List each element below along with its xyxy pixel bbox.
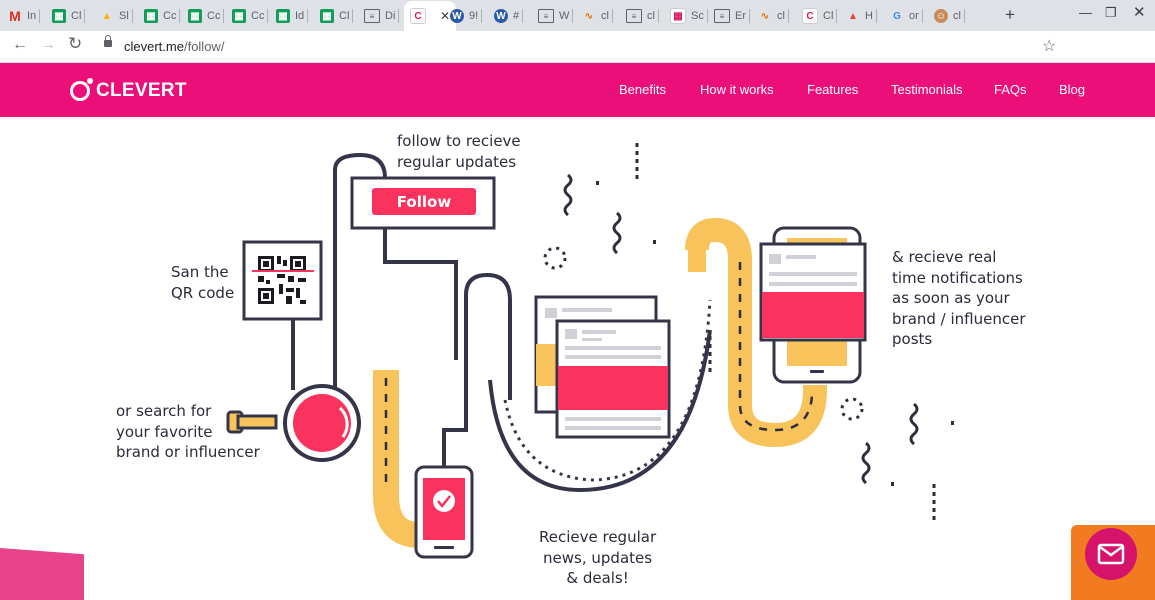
chat-mail-button[interactable] bbox=[1085, 528, 1137, 580]
mail-icon bbox=[1097, 543, 1125, 565]
caption-realtime: & recieve real time notifications as soo… bbox=[892, 248, 1026, 348]
caption-follow: follow to recieve regular updates bbox=[397, 132, 521, 171]
pink-corner-shape bbox=[0, 548, 84, 600]
notification-phone-icon bbox=[759, 226, 867, 384]
follow-button[interactable]: Follow bbox=[372, 188, 476, 215]
phone-check-icon bbox=[414, 465, 474, 559]
caption-search: or search for your favorite brand or inf… bbox=[116, 402, 260, 461]
caption-scan-qr: San the QR code bbox=[171, 263, 235, 302]
qr-card bbox=[242, 240, 323, 321]
caption-news: Recieve regular news, updates & deals! bbox=[539, 528, 657, 587]
news-cards-icon bbox=[534, 295, 671, 439]
